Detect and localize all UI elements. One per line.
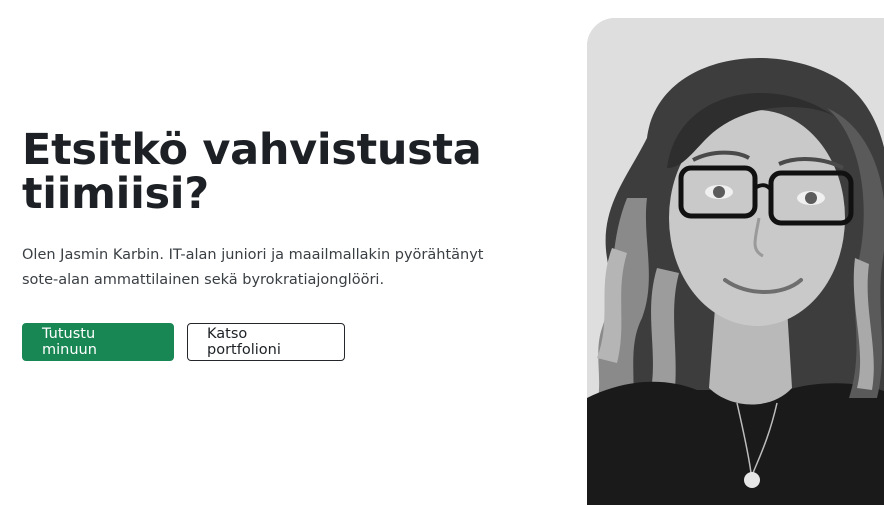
hero-title: Etsitkö vahvistusta tiimiisi? bbox=[22, 125, 482, 219]
hero-actions: Tutustu minuun Katso portfolioni bbox=[22, 323, 345, 361]
hero-text-block: Etsitkö vahvistusta tiimiisi? Olen Jasmi… bbox=[22, 128, 562, 293]
portrait-image bbox=[587, 18, 884, 505]
hero-lead: Olen Jasmin Karbin. IT-alan juniori ja m… bbox=[22, 247, 484, 288]
portfolio-button[interactable]: Katso portfolioni bbox=[187, 323, 345, 361]
hero-section: Etsitkö vahvistusta tiimiisi? Olen Jasmi… bbox=[0, 0, 884, 505]
about-me-button[interactable]: Tutustu minuun bbox=[22, 323, 174, 361]
profile-photo bbox=[587, 18, 884, 505]
